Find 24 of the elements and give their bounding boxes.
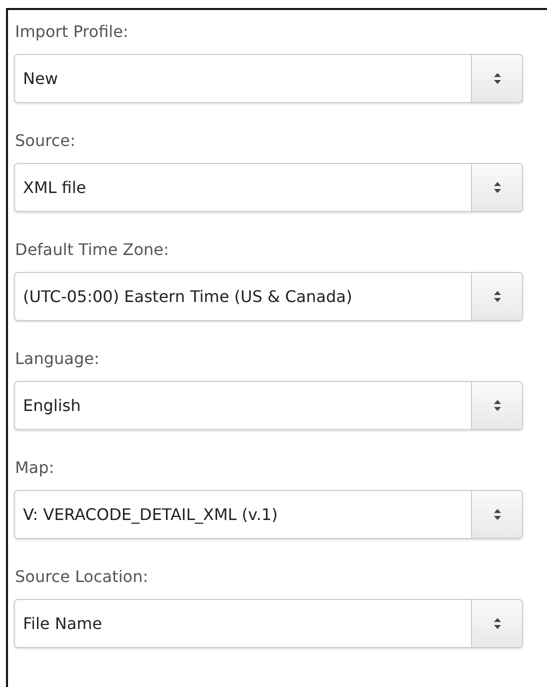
field-label: Source: bbox=[15, 130, 76, 152]
up-down-arrows-icon bbox=[494, 73, 500, 84]
dropdown[interactable]: V: VERACODE_DETAIL_XML (v.1) bbox=[14, 490, 523, 539]
dropdown[interactable]: File Name bbox=[14, 599, 523, 648]
field-label: Language: bbox=[15, 348, 100, 370]
field-label: Map: bbox=[15, 457, 56, 479]
dropdown[interactable]: (UTC-05:00) Eastern Time (US & Canada) bbox=[14, 272, 523, 321]
dropdown[interactable]: New bbox=[14, 54, 523, 103]
up-down-arrows-icon bbox=[494, 400, 500, 411]
dropdown[interactable]: English bbox=[14, 381, 523, 430]
field-label: Default Time Zone: bbox=[15, 239, 170, 261]
dropdown-toggle-button[interactable] bbox=[471, 164, 522, 211]
up-down-arrows-icon bbox=[494, 182, 500, 193]
dropdown-toggle-button[interactable] bbox=[471, 600, 522, 647]
up-down-arrows-icon bbox=[494, 291, 500, 302]
dropdown-toggle-button[interactable] bbox=[471, 491, 522, 538]
field-label: Source Location: bbox=[15, 566, 150, 588]
dropdown-toggle-button[interactable] bbox=[471, 273, 522, 320]
up-down-arrows-icon bbox=[494, 509, 500, 520]
dropdown[interactable]: XML file bbox=[14, 163, 523, 212]
up-down-arrows-icon bbox=[494, 618, 500, 629]
dropdown-toggle-button[interactable] bbox=[471, 55, 522, 102]
field-label: Import Profile: bbox=[15, 21, 130, 43]
dropdown-toggle-button[interactable] bbox=[471, 382, 522, 429]
